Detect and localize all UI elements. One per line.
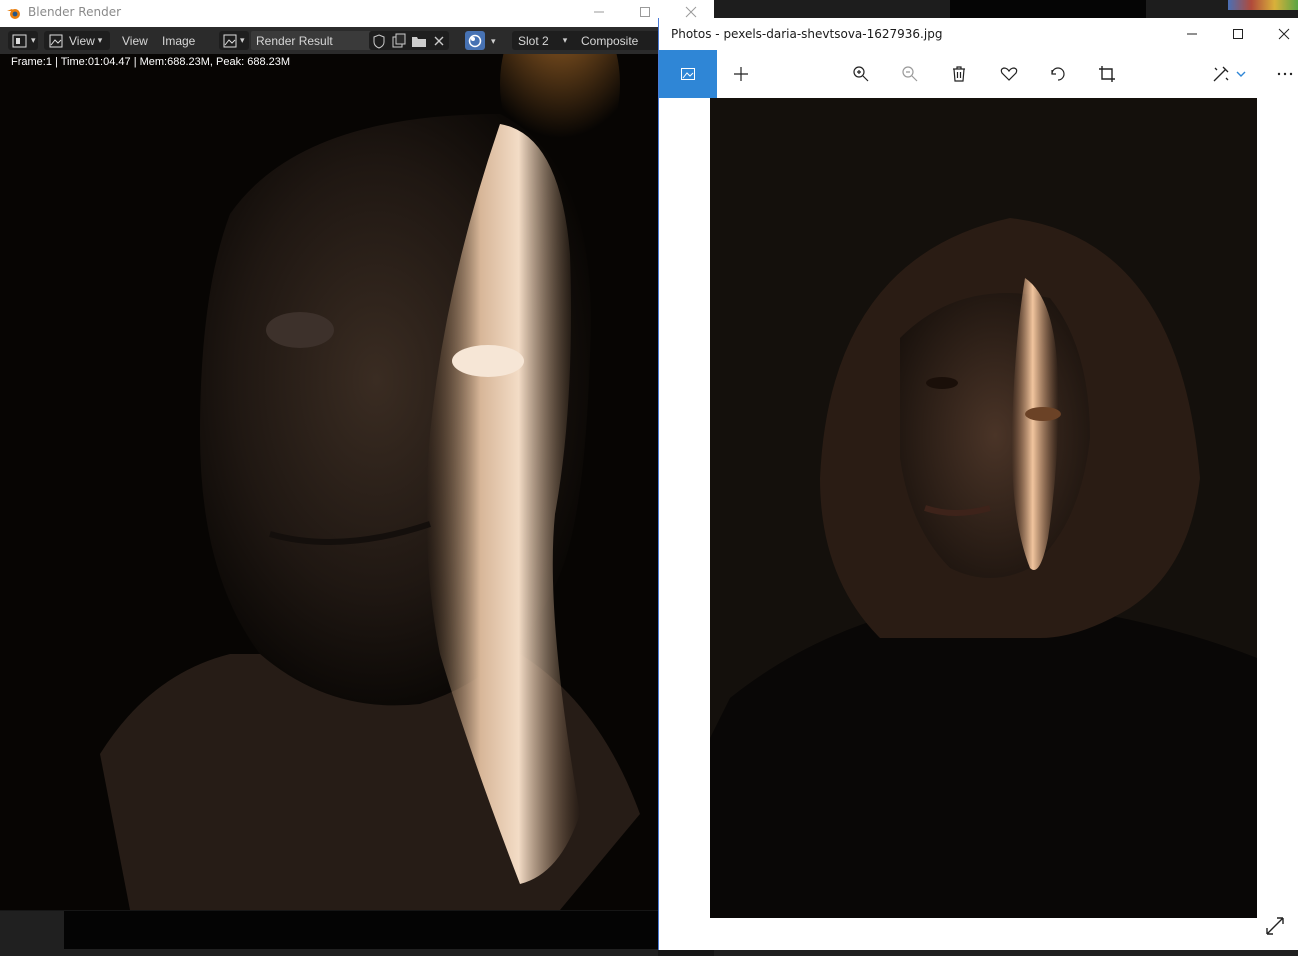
timeline-area[interactable] <box>64 911 658 949</box>
image-actions-group <box>369 31 449 50</box>
zoom-out-button[interactable] <box>889 50 931 98</box>
render-result-image <box>0 54 658 910</box>
crop-button[interactable] <box>1086 50 1128 98</box>
render-slot-toggle[interactable] <box>465 31 485 50</box>
maximize-icon <box>1233 29 1243 39</box>
editor-type-menu[interactable]: ▾ <box>8 31 38 50</box>
expand-icon[interactable] <box>1265 916 1285 936</box>
more-icon <box>1277 72 1293 76</box>
maximize-icon <box>640 7 650 17</box>
image-browse-menu[interactable]: ▾ <box>219 31 249 50</box>
add-button[interactable] <box>720 50 762 98</box>
blender-logo-icon <box>7 9 20 19</box>
close-icon[interactable] <box>431 33 447 49</box>
delete-icon <box>953 66 965 82</box>
shield-icon[interactable] <box>371 33 387 49</box>
chevron-down-icon: ▾ <box>240 35 245 45</box>
render-sphere-icon <box>468 34 482 47</box>
close-icon <box>685 6 697 18</box>
delete-button[interactable] <box>938 50 980 98</box>
zoom-out-icon <box>902 66 918 82</box>
photos-window: Photos - pexels-daria-shevtsova-1627936.… <box>658 18 1298 950</box>
edit-icon <box>1213 66 1229 82</box>
minimize-button[interactable] <box>1169 18 1215 50</box>
photo-canvas[interactable] <box>710 98 1257 918</box>
chevron-down-icon: ▾ <box>97 35 103 45</box>
view-mode-menu[interactable]: View ▾ <box>44 31 110 50</box>
layer-label: Composite <box>581 33 639 48</box>
image-editor-header: ▾ View ▾ View Image ▾ Render Result ▾ Sl… <box>0 27 663 55</box>
zoom-in-button[interactable] <box>840 50 882 98</box>
rotate-button[interactable] <box>1037 50 1079 98</box>
close-window-button[interactable] <box>1261 18 1298 50</box>
zoom-in-icon <box>853 66 869 82</box>
favorite-button[interactable] <box>988 50 1030 98</box>
slot-label: Slot 2 <box>518 33 549 48</box>
folder-icon[interactable] <box>411 33 427 49</box>
portrait-photo <box>710 98 1257 918</box>
chevron-down-icon <box>1236 71 1246 77</box>
add-icon <box>734 67 748 81</box>
more-button[interactable] <box>1264 50 1298 98</box>
photos-toolbar <box>659 50 1298 98</box>
layer-selector[interactable]: Composite <box>576 31 663 50</box>
photo-view-button[interactable] <box>659 50 717 98</box>
photo-view-icon <box>681 68 695 80</box>
editor-type-icon <box>12 34 27 47</box>
crop-icon <box>1099 66 1115 82</box>
color-bar <box>1228 0 1298 10</box>
rotate-icon <box>1051 67 1065 81</box>
render-result-viewport[interactable] <box>0 54 658 910</box>
duplicate-icon[interactable] <box>391 33 407 49</box>
image-name-value: Render Result <box>256 33 333 48</box>
chevron-down-icon: ▾ <box>31 35 36 45</box>
slot-selector[interactable]: Slot 2 ▾ <box>512 31 580 50</box>
close-icon <box>1278 28 1290 40</box>
minimize-icon <box>594 11 604 13</box>
favorite-icon <box>1000 67 1018 81</box>
maximize-button[interactable] <box>1215 18 1261 50</box>
background-window-strip <box>714 0 1298 18</box>
minimize-icon <box>1187 33 1197 35</box>
background-window-panel <box>950 0 1146 18</box>
photos-titlebar[interactable]: Photos - pexels-daria-shevtsova-1627936.… <box>659 18 1298 50</box>
photos-window-title: Photos - pexels-daria-shevtsova-1627936.… <box>671 27 943 41</box>
view-mode-label: View <box>69 33 95 48</box>
blender-render-window: Blender Render ▾ View ▾ View Image ▾ Ren… <box>0 0 714 956</box>
image-name-field[interactable]: Render Result <box>251 31 372 50</box>
blender-titlebar[interactable]: Blender Render <box>0 0 714 27</box>
timeline-strip <box>0 911 658 956</box>
view-menu[interactable]: View <box>122 31 148 50</box>
blender-window-title: Blender Render <box>28 5 122 19</box>
chevron-down-icon[interactable]: ▾ <box>491 32 496 51</box>
image-menu[interactable]: Image <box>162 31 195 50</box>
edit-menu-button[interactable] <box>1204 50 1254 98</box>
image-icon <box>49 34 63 47</box>
chevron-down-icon: ▾ <box>562 35 568 45</box>
minimize-button[interactable] <box>576 0 622 24</box>
image-icon <box>223 34 237 47</box>
render-status-text: Frame:1 | Time:01:04.47 | Mem:688.23M, P… <box>11 56 291 68</box>
